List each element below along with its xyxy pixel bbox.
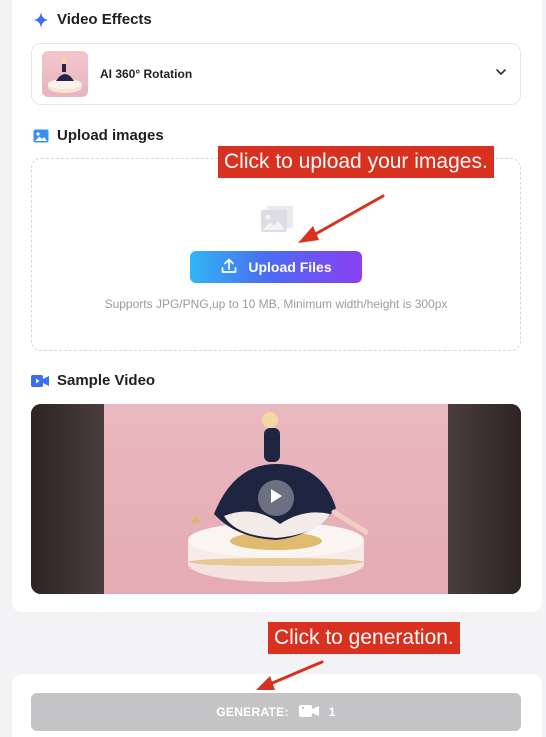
play-button[interactable] [258,480,294,516]
video-credit-icon [298,704,319,721]
sparkle-icon [33,11,49,28]
image-placeholder-icon [259,204,295,239]
generate-callout: Click to generation. [268,622,460,654]
sample-video-heading: Sample Video [31,372,155,389]
video-effects-title: Video Effects [57,11,152,28]
video-letterbox-left [31,404,104,594]
upload-icon [220,257,238,278]
generate-credit-count: 1 [328,705,336,719]
effect-thumbnail [42,51,88,97]
generate-button[interactable]: GENERATE: 1 [31,693,521,731]
image-icon [33,128,49,144]
upload-support-text: Supports JPG/PNG,up to 10 MB, Minimum wi… [104,297,448,311]
effect-select[interactable]: AI 360° Rotation [31,43,521,105]
upload-callout: Click to upload your images. [218,146,494,178]
generate-label: GENERATE: [216,705,289,719]
upload-dropzone[interactable]: Upload Files Supports JPG/PNG,up to 10 M… [31,158,521,351]
video-letterbox-right [448,404,521,594]
play-icon [269,488,283,509]
chevron-down-icon[interactable] [494,65,508,84]
upload-images-heading: Upload images [33,127,164,144]
video-effects-heading: Video Effects [33,11,152,28]
sample-video-title: Sample Video [57,372,156,389]
upload-images-title: Upload images [57,127,164,144]
sample-video-player[interactable] [31,404,521,594]
video-frame [104,404,448,594]
effect-label: AI 360° Rotation [100,67,193,81]
upload-files-label: Upload Files [248,259,332,275]
video-camera-icon [31,374,49,388]
upload-files-button[interactable]: Upload Files [190,251,362,283]
